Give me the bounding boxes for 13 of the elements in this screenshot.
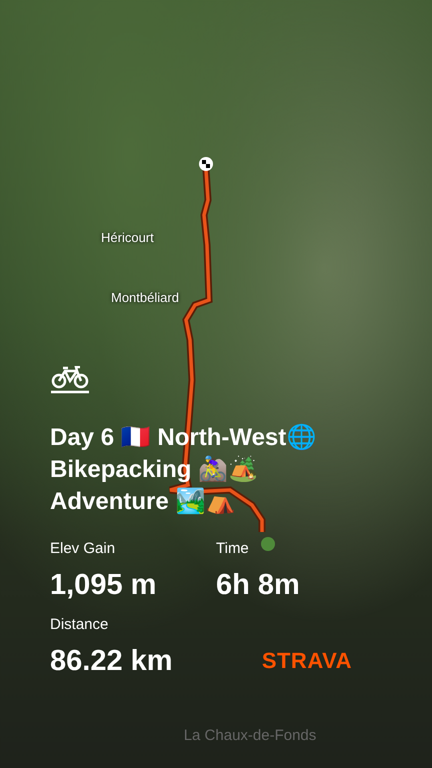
stat-label: Distance [50,616,108,633]
stat-label: Time [216,540,249,557]
start-marker-icon [261,537,275,551]
finish-flag-icon [199,157,213,171]
bike-icon [50,366,90,394]
stat-value: 1,095 m [50,569,156,602]
strava-logo: STRAVA [262,648,352,674]
map-place-label: La Chaux-de-Fonds [182,728,318,744]
stat-label: Elev Gain [50,540,116,557]
stat-value: 86.22 km [50,645,173,678]
map-place-label: Héricourt [101,230,154,245]
stat-value: 6h 8m [216,569,300,602]
map-place-label: Montbéliard [111,290,179,305]
